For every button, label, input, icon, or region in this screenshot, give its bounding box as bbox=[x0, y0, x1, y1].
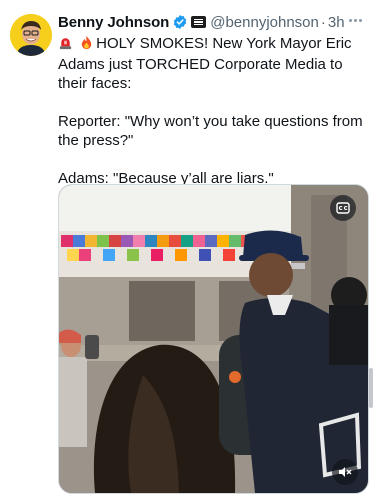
avatar-image bbox=[10, 14, 52, 56]
more-icon[interactable] bbox=[345, 12, 365, 28]
reporter-quote: Reporter: "Why won’t you take questions … bbox=[58, 113, 363, 149]
organization-badge-icon bbox=[191, 16, 207, 28]
siren-emoji-icon bbox=[58, 35, 73, 55]
author-name[interactable]: Benny Johnson bbox=[58, 14, 169, 31]
separator-dot: · bbox=[320, 13, 326, 31]
tweet[interactable]: Benny Johnson @bennyjohnson · 3h HOLY SM… bbox=[0, 0, 375, 500]
tweet-headline: HOLY SMOKES! New York Mayor Eric Adams j… bbox=[58, 34, 363, 93]
verified-badge-icon bbox=[172, 14, 188, 30]
headline-text: HOLY SMOKES! New York Mayor Eric Adams j… bbox=[58, 35, 352, 92]
tweet-header: Benny Johnson @bennyjohnson · 3h bbox=[58, 12, 365, 32]
captions-icon[interactable] bbox=[330, 195, 356, 221]
tweet-text: HOLY SMOKES! New York Mayor Eric Adams j… bbox=[58, 34, 363, 188]
mute-icon[interactable] bbox=[332, 459, 358, 485]
video-frame bbox=[59, 185, 368, 493]
fire-emoji-icon bbox=[79, 35, 94, 55]
avatar[interactable] bbox=[10, 14, 52, 56]
author-handle[interactable]: @bennyjohnson bbox=[210, 14, 319, 31]
scrollbar[interactable] bbox=[369, 368, 373, 408]
tweet-video[interactable] bbox=[58, 184, 369, 494]
timestamp[interactable]: 3h bbox=[328, 14, 345, 31]
